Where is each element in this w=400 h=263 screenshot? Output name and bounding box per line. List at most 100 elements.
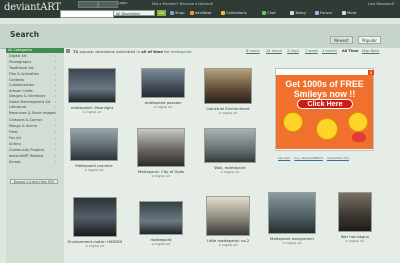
nav-today[interactable]: Today bbox=[290, 10, 306, 16]
deviation-category: in Digital Art bbox=[218, 111, 238, 115]
shop-icon bbox=[170, 10, 174, 15]
chevron-right-icon: › bbox=[55, 124, 57, 128]
chevron-right-icon: › bbox=[55, 154, 57, 158]
nav-devwear[interactable]: devWear bbox=[190, 10, 212, 16]
sidebar-item-category[interactable]: Digital Art bbox=[9, 54, 27, 58]
sidebar-item-category[interactable]: Anthro bbox=[9, 142, 21, 146]
sidebar-item-category[interactable]: Film & Animation bbox=[9, 72, 39, 76]
sidebar-item-category[interactable]: Literature bbox=[9, 105, 26, 109]
nav-forum[interactable]: Forum bbox=[315, 10, 332, 16]
period-link[interactable]: 1 month bbox=[322, 49, 337, 53]
deviation-category: in Digital Art bbox=[345, 239, 365, 243]
ad-headline: Get 1000s of FREE bbox=[285, 79, 364, 89]
nav-more-label: More bbox=[347, 10, 357, 15]
chevron-right-icon: › bbox=[55, 66, 57, 70]
deviation-thumbnail[interactable] bbox=[68, 68, 116, 103]
sidebar-item-all-categories[interactable]: All Categories bbox=[6, 48, 64, 53]
chevron-right-icon: › bbox=[55, 99, 57, 104]
nav-devwear-label: devWear bbox=[195, 10, 212, 15]
period-link[interactable]: 8 hours bbox=[246, 49, 260, 53]
period-link[interactable]: All Time bbox=[342, 49, 358, 53]
login-button[interactable]: Login bbox=[118, 1, 127, 5]
password-field[interactable] bbox=[98, 1, 118, 8]
search-query[interactable]: mattepaint bbox=[171, 49, 192, 54]
ad-link[interactable]: ask.dwa bbox=[278, 156, 290, 160]
chat-icon bbox=[262, 10, 266, 15]
sidebar-item-category[interactable]: Customization bbox=[9, 83, 34, 87]
sidebar-item-category[interactable]: Photography bbox=[9, 60, 31, 64]
username-field[interactable] bbox=[78, 1, 98, 8]
ad-link[interactable]: buy deviantMERCH bbox=[294, 156, 323, 160]
deviation-thumbnail[interactable] bbox=[204, 68, 252, 104]
ad-subheadline: Smileys now !! bbox=[293, 89, 356, 99]
period-link[interactable]: 1 week bbox=[305, 49, 318, 53]
nav-collections[interactable]: Collections bbox=[221, 10, 247, 16]
deviation-category: in Digital Art bbox=[218, 243, 238, 247]
deviation-thumbnail[interactable] bbox=[206, 196, 250, 236]
smiley-icon bbox=[316, 118, 338, 140]
period-link[interactable]: Map Back bbox=[362, 49, 379, 53]
ad-links: ask.dwa buy deviantMERCH remember this bbox=[278, 156, 352, 160]
nav-collections-label: Collections bbox=[226, 10, 247, 15]
sidebar-item-category[interactable]: Manga & Anime bbox=[9, 124, 37, 128]
period-link[interactable]: 3 days bbox=[287, 49, 299, 53]
search-input[interactable] bbox=[60, 10, 114, 18]
sidebar-item-category[interactable]: Fan Art bbox=[9, 136, 21, 140]
chevron-right-icon: › bbox=[55, 148, 57, 152]
nav-chat-label: Chat bbox=[267, 10, 276, 15]
deviation-thumbnail[interactable] bbox=[268, 192, 316, 234]
tab-popular[interactable]: Popular bbox=[358, 36, 381, 44]
ad-link[interactable]: remember this bbox=[327, 156, 349, 160]
sidebar-item-category[interactable]: deviantART Related bbox=[9, 154, 43, 158]
go-button[interactable]: Go bbox=[157, 10, 166, 16]
sidebar-item-category[interactable]: Traditional Art bbox=[9, 66, 34, 70]
sidebar-item-category[interactable]: Game Development Art bbox=[9, 100, 50, 104]
close-icon[interactable]: x bbox=[368, 70, 374, 75]
period-link[interactable]: 24 hours bbox=[266, 49, 282, 53]
ad-click-button[interactable]: Click Here bbox=[297, 99, 353, 109]
sidebar-item-category[interactable]: Fleet bbox=[9, 130, 18, 134]
deviation-category: in Digital Art bbox=[84, 168, 104, 172]
chevron-right-icon: › bbox=[55, 60, 57, 64]
filter-icon bbox=[66, 49, 70, 53]
deviation-thumbnail[interactable] bbox=[73, 197, 117, 237]
nav-today-label: Today bbox=[295, 10, 306, 15]
deviation-category: in Digital Art bbox=[151, 242, 171, 246]
summary-for: for bbox=[164, 49, 170, 54]
become-member-link[interactable]: Not a Member? Become a Deviant! bbox=[152, 2, 213, 6]
tab-newest[interactable]: Newest bbox=[330, 36, 353, 44]
deviation-thumbnail[interactable] bbox=[338, 192, 372, 232]
deviation-category: in Digital Art bbox=[220, 170, 240, 174]
sidebar-item-category[interactable]: Resources & Stock Images bbox=[9, 111, 55, 115]
results-summary: 71 popular deviations submitted in all o… bbox=[73, 49, 192, 54]
calendar-icon bbox=[290, 10, 294, 15]
plus-icon bbox=[342, 10, 346, 15]
deviation-thumbnail[interactable] bbox=[141, 68, 185, 98]
chevron-right-icon: › bbox=[55, 83, 57, 87]
deviantart-logo[interactable]: deviantART bbox=[4, 2, 61, 13]
search-scope-select[interactable]: All Deviations bbox=[113, 10, 155, 16]
sidebar-item-category[interactable]: Designs & Interfaces bbox=[9, 94, 45, 98]
sidebar-item-category[interactable]: Cartoons & Comics bbox=[9, 118, 42, 122]
chevron-right-icon: › bbox=[55, 136, 57, 140]
lost-password-link[interactable]: Lost Password? bbox=[368, 2, 395, 6]
chevron-right-icon: › bbox=[55, 105, 57, 109]
deviation-thumbnail[interactable] bbox=[137, 128, 185, 167]
deviation-thumbnail[interactable] bbox=[204, 128, 256, 163]
sidebar-item-category[interactable]: Contests bbox=[9, 78, 24, 82]
summary-period: all of time bbox=[141, 49, 163, 54]
deviation-category: in Digital Art bbox=[153, 105, 173, 109]
nav-chat[interactable]: Chat bbox=[262, 10, 276, 16]
page-title: Search bbox=[10, 30, 40, 39]
nav-more[interactable]: More bbox=[342, 10, 356, 16]
deviation-thumbnail[interactable] bbox=[70, 128, 118, 161]
sidebar-item-category[interactable]: Community Projects bbox=[9, 148, 44, 152]
chevron-right-icon: › bbox=[55, 111, 57, 115]
nav-shop[interactable]: Shop bbox=[170, 10, 185, 16]
sidebar-item-category[interactable]: Artisan Crafts bbox=[9, 89, 33, 93]
heart-icon bbox=[352, 132, 366, 142]
browse-rss-button[interactable]: Browse Current Filter RSS bbox=[10, 179, 58, 184]
deviation-category: in Digital Art bbox=[282, 241, 302, 245]
deviation-thumbnail[interactable] bbox=[139, 201, 183, 235]
sidebar-item-category[interactable]: Scraps bbox=[9, 160, 21, 164]
